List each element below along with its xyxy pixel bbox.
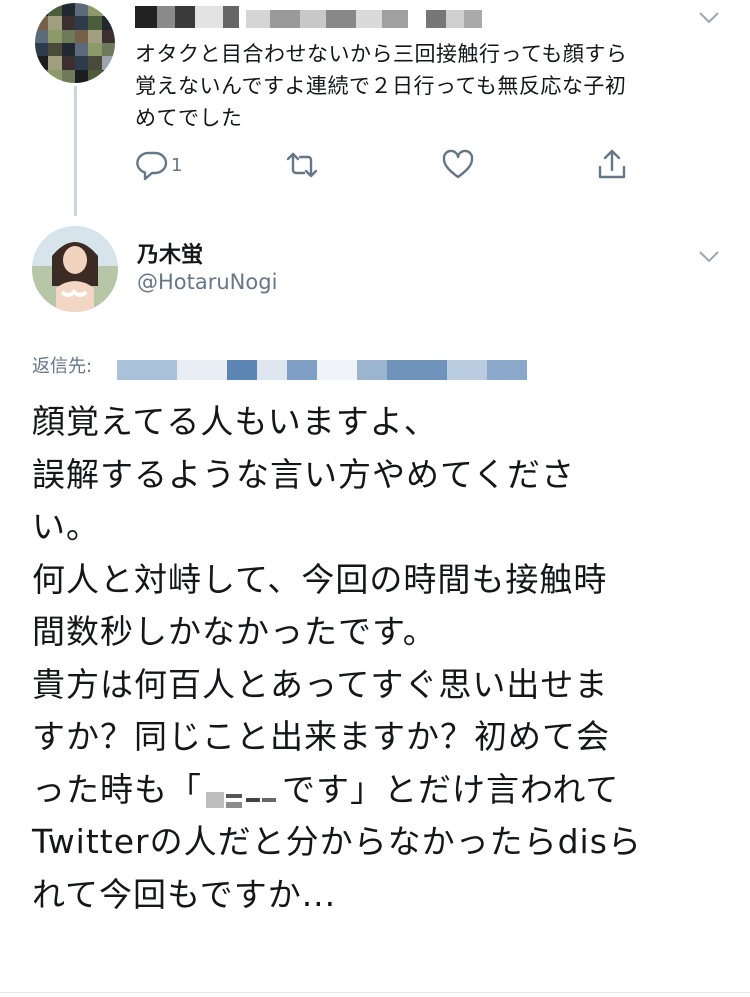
avatar-mosaic-cell [74, 16, 89, 30]
avatar-mosaic-cell [74, 3, 89, 17]
reply-text-line: 誤解するような言い方やめてくださ [32, 454, 576, 494]
avatar-mosaic-cell [48, 29, 62, 43]
avatar-mosaic-cell [74, 42, 89, 57]
reply-avatar[interactable] [32, 226, 118, 312]
reply-to-redacted[interactable] [117, 360, 527, 380]
reply-to-label: 返信先: [32, 356, 93, 377]
like-button[interactable] [441, 148, 475, 182]
avatar-mosaic-cell [61, 69, 75, 83]
avatar-mosaic-cell [101, 56, 115, 70]
parent-text-line: 覚えないんですよ連続で２日行っても無反応な子初 [135, 74, 627, 98]
avatar-mosaic-cell [48, 42, 62, 57]
avatar-mosaic-cell [88, 3, 102, 17]
avatar-photo [32, 226, 118, 312]
avatar-mosaic-cell [35, 69, 49, 83]
avatar-mosaic-cell [61, 56, 75, 70]
reply-text-line: 貴方は何百人とあってすぐ思い出せま [32, 664, 609, 704]
avatar-mosaic-cell [74, 29, 89, 43]
user-handle[interactable]: @HotaruNogi [137, 270, 277, 294]
reply-text-line: れて今回もですか... [32, 874, 337, 914]
avatar-mosaic-cell [88, 16, 102, 30]
avatar-mosaic-cell [48, 56, 62, 70]
avatar-mosaic-cell [48, 3, 62, 17]
avatar-mosaic-cell [35, 3, 49, 17]
avatar-mosaic-cell [74, 69, 89, 83]
avatar-mosaic-cell [61, 29, 75, 43]
avatar-mosaic-cell [101, 3, 115, 17]
reply-text-line: い。 [32, 507, 100, 546]
reply-button[interactable]: 1 [135, 148, 182, 182]
reply-text-line: った時も「 です」とだけ言われて [32, 764, 732, 817]
avatar-mosaic-cell [88, 69, 102, 83]
parent-action-bar: 1 [135, 148, 635, 188]
avatar-mosaic-cell [74, 56, 89, 70]
avatar-mosaic-cell [48, 16, 62, 30]
parent-tweet-text: オタクと目合わせないから三回接触行っても顔すら 覚えないんですよ連続で２日行って… [135, 38, 715, 134]
chevron-down-icon[interactable] [698, 250, 720, 264]
reply-tweet-text: 顔覚えてる人もいますよ、 誤解するような言い方やめてくださ い。 何人と対峙して… [32, 396, 732, 921]
avatar-mosaic-cell [61, 16, 75, 30]
parent-author-redacted[interactable] [135, 6, 239, 28]
retweet-button[interactable] [285, 148, 319, 182]
retweet-icon [286, 152, 318, 178]
reply-count: 1 [171, 154, 183, 176]
avatar-mosaic-cell [35, 29, 49, 43]
reply-text-segment: った時も「 [32, 769, 202, 809]
redacted-inline-name [202, 775, 282, 808]
reply-icon [136, 151, 168, 181]
avatar-mosaic-cell [101, 69, 115, 83]
parent-handle-redacted[interactable] [246, 10, 408, 28]
parent-text-line: めてでした [135, 106, 243, 130]
avatar-mosaic-cell [35, 56, 49, 70]
parent-text-line: オタクと目合わせないから三回接触行っても顔すら [135, 42, 628, 66]
reply-text-line: Twitterの人だと分からなかったらdisら [32, 822, 642, 861]
reply-text-line: 何人と対峙して、今回の時間も接触時 [32, 559, 608, 599]
parent-avatar[interactable] [35, 3, 115, 83]
reply-text-segment: です」とだけ言われて [282, 769, 620, 809]
like-icon [442, 149, 474, 179]
share-icon [598, 149, 626, 179]
avatar-mosaic-cell [61, 42, 75, 57]
chevron-down-icon[interactable] [698, 11, 720, 25]
avatar-mosaic-cell [101, 16, 115, 30]
parent-extra-redacted [426, 10, 482, 28]
reply-text-line: すか？同じこと出来ますか？初めて会 [32, 717, 610, 756]
reply-text-line: 顔覚えてる人もいますよ、 [32, 402, 438, 441]
divider [0, 992, 750, 993]
avatar-mosaic-cell [48, 69, 62, 83]
avatar-mosaic-cell [35, 42, 49, 57]
avatar-mosaic-cell [88, 42, 102, 57]
avatar-mosaic-cell [88, 29, 102, 43]
share-button[interactable] [595, 148, 629, 182]
reply-text-line: 間数秒しかなかったです。 [32, 612, 437, 651]
thread-connector [74, 86, 77, 216]
avatar-mosaic-cell [101, 42, 115, 57]
display-name[interactable]: 乃木蛍 [137, 237, 203, 269]
avatar-mosaic-cell [61, 3, 75, 17]
avatar-mosaic-cell [101, 29, 115, 43]
avatar-mosaic-cell [35, 16, 49, 30]
avatar-mosaic-cell [88, 56, 102, 70]
